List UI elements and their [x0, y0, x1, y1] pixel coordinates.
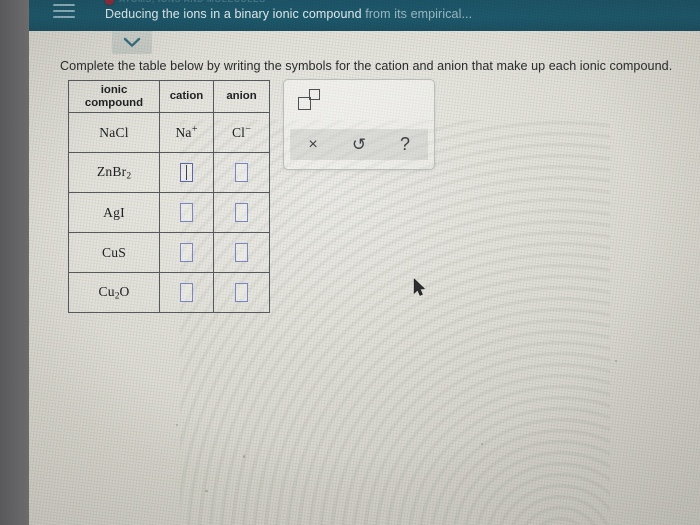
- clear-button[interactable]: ×: [290, 129, 336, 160]
- chevron-down-icon: [123, 37, 141, 47]
- cation-input-box[interactable]: [180, 163, 193, 182]
- anion-input-box[interactable]: [235, 283, 248, 302]
- header-ionic-compound-line2: compound: [84, 96, 144, 109]
- cation-input-box[interactable]: [180, 283, 193, 302]
- superscript-raised-square: [309, 89, 320, 100]
- superscript-box-icon[interactable]: [298, 88, 324, 110]
- monitor-bezel-left: [0, 0, 29, 525]
- table-row: Cu2O: [68, 272, 270, 313]
- screenshot-root: ATOMS, IONS AND MOLECULES Deducing the i…: [0, 0, 700, 525]
- compound-formula: Cu2O: [98, 283, 130, 302]
- red-circle-icon: [105, 0, 114, 5]
- compound-formula: AgI: [103, 204, 125, 220]
- cation-input-box[interactable]: [180, 203, 193, 222]
- header-ionic-compound-line1: ionic: [100, 84, 128, 96]
- cell-compound: Cu2O: [68, 272, 160, 313]
- compound-formula: CuS: [101, 244, 127, 260]
- cell-cation[interactable]: [159, 152, 214, 193]
- cation-input-box[interactable]: [180, 243, 193, 262]
- collapse-panel-tab[interactable]: [112, 31, 152, 54]
- cell-anion[interactable]: Cl−: [213, 112, 270, 153]
- tool-button-row: × ↺ ?: [290, 129, 428, 160]
- compound-formula: ZnBr2: [96, 163, 132, 182]
- header-anion: anion: [213, 80, 270, 113]
- table-header-row: ionic compound cation anion: [68, 80, 270, 113]
- cell-anion[interactable]: [213, 152, 270, 193]
- instruction-text: Complete the table below by writing the …: [60, 59, 673, 73]
- cell-compound: NaCl: [68, 112, 160, 153]
- ionic-compound-table: ionic compound cation anion NaCl Na+ Cl− Zn…: [68, 80, 270, 313]
- dust-speck: [615, 360, 617, 362]
- hamburger-menu-icon[interactable]: [53, 1, 75, 21]
- dust-speck: [243, 455, 245, 458]
- compound-formula: NaCl: [99, 124, 129, 140]
- header-cation: cation: [159, 80, 214, 113]
- cell-anion[interactable]: [213, 272, 270, 313]
- help-button[interactable]: ?: [382, 129, 428, 160]
- dust-speck: [176, 424, 178, 426]
- anion-input-box[interactable]: [235, 163, 248, 182]
- undo-button[interactable]: ↺: [336, 129, 382, 160]
- cell-cation[interactable]: [159, 232, 214, 273]
- table-row: CuS: [68, 232, 270, 273]
- page-title-suffix: from its empirical...: [365, 7, 473, 21]
- cell-cation[interactable]: [159, 272, 214, 313]
- cell-compound: ZnBr2: [68, 152, 160, 193]
- anion-input-box[interactable]: [235, 243, 248, 262]
- table-body: NaCl Na+ Cl− ZnBr2 AgI CuS Cu2O: [68, 112, 270, 313]
- anion-input-box[interactable]: [235, 203, 248, 222]
- table-row: NaCl Na+ Cl−: [68, 112, 270, 153]
- answer-tool-palette: × ↺ ?: [283, 79, 435, 170]
- cell-anion[interactable]: [213, 192, 270, 233]
- cell-compound: AgI: [68, 192, 160, 233]
- dust-speck: [481, 443, 483, 445]
- breadcrumb: ATOMS, IONS AND MOLECULES: [119, 0, 266, 4]
- table-row: AgI: [68, 192, 270, 233]
- cation-ion-value: Na+: [175, 124, 198, 140]
- cell-anion[interactable]: [213, 232, 270, 273]
- table-row: ZnBr2: [68, 152, 270, 193]
- cell-cation[interactable]: Na+: [159, 112, 214, 153]
- page-title: Deducing the ions in a binary ionic comp…: [105, 7, 472, 21]
- app-header-bar: ATOMS, IONS AND MOLECULES Deducing the i…: [29, 0, 700, 31]
- header-ionic-compound: ionic compound: [68, 80, 160, 113]
- anion-ion-value: Cl−: [232, 124, 251, 140]
- cell-cation[interactable]: [159, 192, 214, 233]
- dust-speck: [205, 490, 208, 492]
- cell-compound: CuS: [68, 232, 160, 273]
- page-title-main: Deducing the ions in a binary ionic comp…: [105, 7, 362, 21]
